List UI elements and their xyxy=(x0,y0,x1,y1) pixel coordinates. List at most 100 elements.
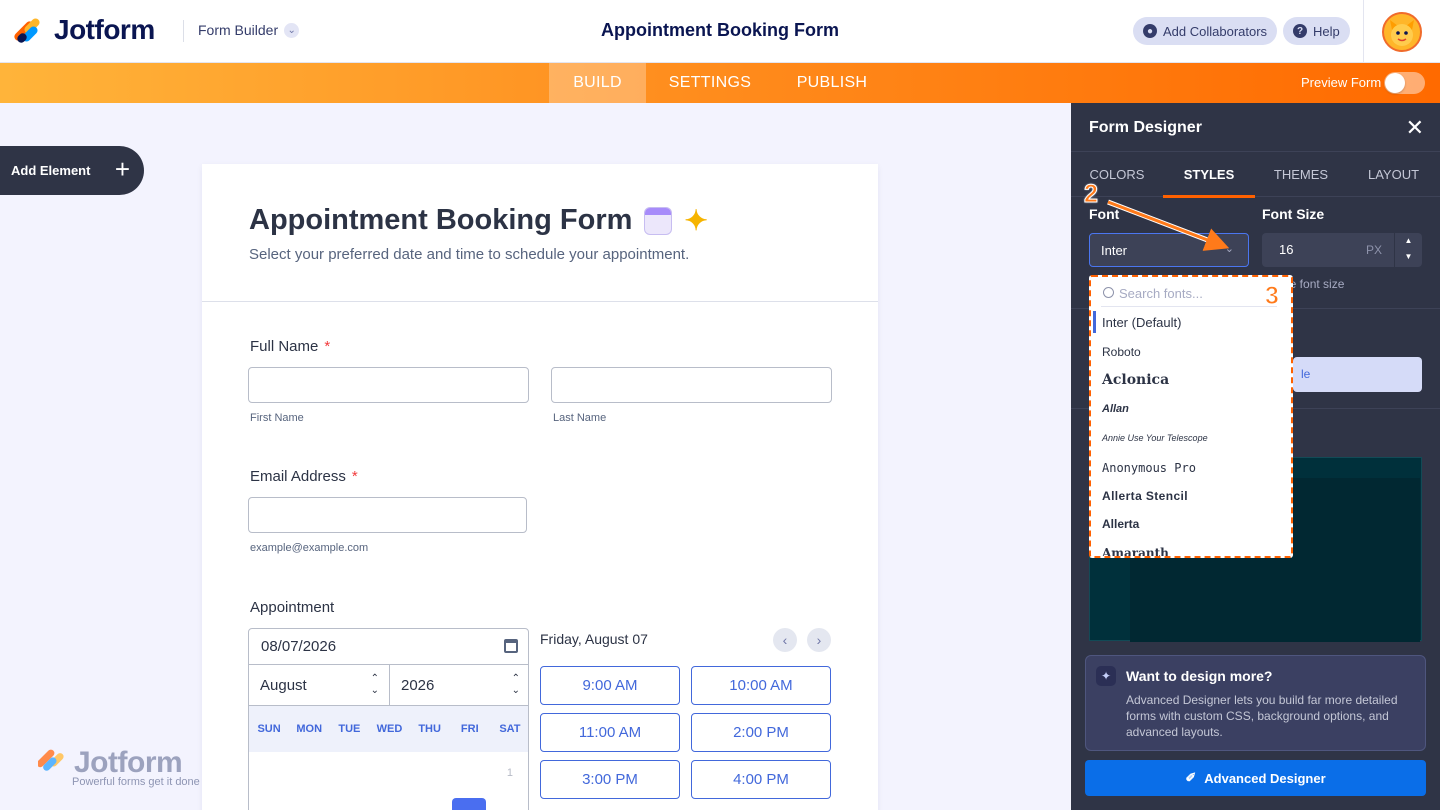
year-select[interactable]: 2026 ⌃ ⌄ xyxy=(390,665,528,706)
brand-name: Jotform xyxy=(54,14,155,45)
form-title: Appointment Booking Form ✦ xyxy=(249,204,708,237)
font-search-placeholder: Search fonts... xyxy=(1119,286,1203,301)
time-slot-button[interactable]: 10:00 AM xyxy=(691,666,831,705)
first-name-input[interactable] xyxy=(248,367,529,403)
appointment-date-picker: 08/07/2026 August ⌃ ⌄ 2026 ⌃ ⌄ SUN MON TUE… xyxy=(248,628,529,810)
advanced-designer-promo: ✦ Want to design more? Advanced Designer… xyxy=(1085,655,1426,751)
time-slot-button[interactable]: 9:00 AM xyxy=(540,666,680,705)
email-input[interactable] xyxy=(248,497,527,533)
font-search-input[interactable]: Search fonts... xyxy=(1101,283,1277,307)
font-size-value: 16 xyxy=(1279,242,1294,257)
question-icon: ? xyxy=(1293,24,1307,38)
search-icon xyxy=(1103,287,1114,298)
form-builder-label: Form Builder xyxy=(198,22,279,38)
font-size-label: Font Size xyxy=(1262,206,1325,222)
weekday-tue: TUE xyxy=(338,723,361,735)
style-option-label: le xyxy=(1301,367,1311,381)
top-bar: Jotform Form Builder ⌄ Appointment Booki… xyxy=(0,0,1440,63)
font-size-input[interactable]: 16 PX ▲ ▼ xyxy=(1262,233,1422,267)
date-input[interactable]: 08/07/2026 xyxy=(249,629,528,665)
add-element-button[interactable]: Add Element + xyxy=(0,146,144,195)
tab-build[interactable]: BUILD xyxy=(549,63,646,103)
font-option[interactable]: Aclonica xyxy=(1102,372,1169,388)
selected-calendar-day[interactable] xyxy=(452,798,486,810)
form-builder-select[interactable]: Form Builder ⌄ xyxy=(198,22,300,38)
add-collaborators-label: Add Collaborators xyxy=(1163,23,1268,39)
weekday-fri: FRI xyxy=(460,723,479,735)
selected-date-title: Friday, August 07 xyxy=(540,631,648,647)
font-option[interactable]: Annie Use Your Telescope xyxy=(1102,433,1208,443)
annotation-arrow-icon xyxy=(1107,199,1230,251)
weekday-thu: THU xyxy=(418,723,441,735)
watermark-brand: Jotform xyxy=(74,746,183,779)
user-icon: ● xyxy=(1143,24,1157,38)
font-option[interactable]: Anonymous Pro xyxy=(1102,461,1196,475)
time-slot-button[interactable]: 11:00 AM xyxy=(540,713,680,752)
header-divider xyxy=(183,20,184,42)
add-collaborators-button[interactable]: ● Add Collaborators xyxy=(1133,17,1278,45)
sparkles-emoji-icon: ✦ xyxy=(684,205,708,236)
up-down-arrows-icon: ⌃ ⌄ xyxy=(370,673,379,696)
time-slot-button[interactable]: 4:00 PM xyxy=(691,760,831,799)
tab-styles[interactable]: STYLES xyxy=(1163,152,1255,198)
time-slot-button[interactable]: 2:00 PM xyxy=(691,713,831,752)
month-select[interactable]: August ⌃ ⌄ xyxy=(249,665,390,706)
form-card: Appointment Booking Form ✦ Select your p… xyxy=(202,164,878,810)
cat-avatar-icon xyxy=(1390,20,1414,46)
annotation-step-3: 3 xyxy=(1265,282,1280,311)
style-option-button[interactable]: le xyxy=(1293,357,1422,392)
last-name-sublabel: Last Name xyxy=(553,412,607,424)
tab-publish[interactable]: PUBLISH xyxy=(784,63,880,103)
form-title-text: Appointment Booking Form xyxy=(249,204,633,236)
font-option[interactable]: Allan xyxy=(1102,403,1129,415)
required-mark: * xyxy=(351,468,358,485)
plus-icon: + xyxy=(114,154,130,184)
weekday-wed: WED xyxy=(376,723,403,735)
jotform-logo[interactable]: Jotform xyxy=(12,14,155,46)
weekday-sun: SUN xyxy=(257,723,281,735)
promo-text: Advanced Designer lets you build far mor… xyxy=(1126,693,1398,739)
font-option[interactable]: Inter (Default) xyxy=(1092,311,1181,333)
year-value: 2026 xyxy=(401,677,435,694)
time-slot-button[interactable]: 3:00 PM xyxy=(540,760,680,799)
weekday-header: SUN MON TUE WED THU FRI SAT xyxy=(249,706,528,752)
annotation-step-2: 2 xyxy=(1084,180,1099,209)
calendar-day[interactable]: 1 xyxy=(507,767,513,779)
sparkle-icon: ✦ xyxy=(1096,666,1116,686)
first-name-sublabel: First Name xyxy=(250,412,304,424)
prev-month-button[interactable]: ‹ xyxy=(773,628,797,652)
chevron-down-icon: ⌄ xyxy=(284,22,300,38)
required-mark: * xyxy=(324,338,331,355)
tab-themes[interactable]: THEMES xyxy=(1255,152,1347,198)
last-name-input[interactable] xyxy=(551,367,832,403)
preview-form-toggle[interactable] xyxy=(1384,72,1425,94)
font-option[interactable]: Roboto xyxy=(1102,345,1141,359)
advanced-designer-button[interactable]: ✐ Advanced Designer xyxy=(1085,760,1426,796)
tab-settings[interactable]: SETTINGS xyxy=(656,63,764,103)
calendar-icon[interactable] xyxy=(504,639,518,653)
tab-layout[interactable]: LAYOUT xyxy=(1347,152,1440,198)
font-option[interactable]: Allerta Stencil xyxy=(1102,489,1188,503)
font-size-stepper[interactable]: ▲ ▼ xyxy=(1394,233,1422,267)
form-header[interactable]: Appointment Booking Form ✦ Select your p… xyxy=(202,164,878,302)
avatar[interactable] xyxy=(1382,12,1422,52)
email-sublabel: example@example.com xyxy=(250,542,369,554)
close-icon[interactable]: ✕ xyxy=(1406,115,1424,141)
appointment-label: Appointment xyxy=(250,599,335,616)
help-label: Help xyxy=(1313,23,1340,39)
email-label: Email Address * xyxy=(250,468,358,485)
next-month-button[interactable]: › xyxy=(807,628,831,652)
designer-tabs: COLORS STYLES THEMES LAYOUT xyxy=(1071,151,1440,198)
preview-form-label: Preview Form xyxy=(1301,75,1382,90)
font-dropdown: Search fonts... Inter (Default) Roboto A… xyxy=(1089,275,1293,558)
font-size-unit: PX xyxy=(1365,243,1382,257)
builder-navbar: BUILD SETTINGS PUBLISH Preview Form xyxy=(0,63,1440,103)
font-option[interactable]: Allerta xyxy=(1102,517,1139,531)
font-option[interactable]: Amaranth xyxy=(1102,546,1169,556)
month-value: August xyxy=(260,677,307,694)
header-divider-right xyxy=(1363,0,1364,63)
weekday-mon: MON xyxy=(296,723,323,735)
weekday-sat: SAT xyxy=(499,723,521,735)
help-button[interactable]: ? Help xyxy=(1283,17,1350,45)
calendar-emoji-icon xyxy=(644,206,673,235)
